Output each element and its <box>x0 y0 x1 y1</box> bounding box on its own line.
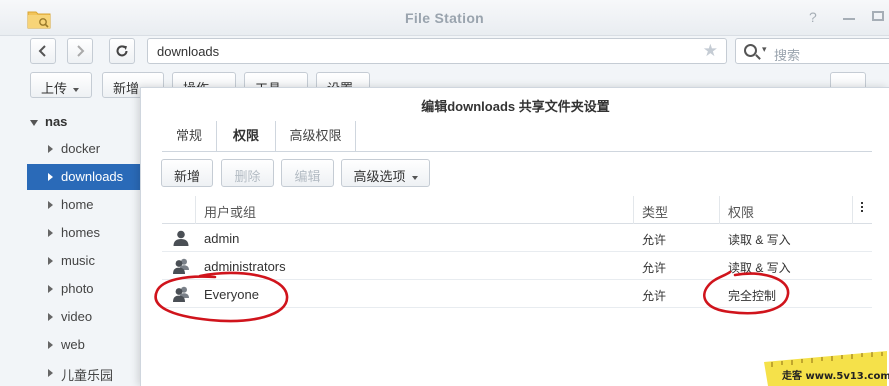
advanced-options-button[interactable]: 高级选项 <box>341 159 430 187</box>
triangle-right-icon <box>48 341 53 349</box>
tree-item-docker[interactable]: docker <box>27 136 140 162</box>
tab-permissions[interactable]: 权限 <box>216 121 276 151</box>
column-header-type[interactable]: 类型 <box>642 202 668 221</box>
create-label: 新增 <box>113 81 140 96</box>
edit-button[interactable]: 编辑 <box>281 159 334 187</box>
share-settings-dialog: 编辑downloads 共享文件夹设置 常规 权限 高级权限 新增 删除 编辑 … <box>140 87 889 386</box>
delete-button[interactable]: 删除 <box>221 159 274 187</box>
triangle-right-icon <box>48 285 53 293</box>
search-icon[interactable] <box>744 44 757 57</box>
advanced-options-label: 高级选项 <box>353 169 406 184</box>
row-type: 允许 <box>642 261 667 275</box>
tree-item-kids[interactable]: 儿童乐园 <box>27 360 140 386</box>
user-icon <box>173 230 189 246</box>
search-input[interactable]: ▾ 搜索 <box>735 38 889 64</box>
column-header-permission[interactable]: 权限 <box>728 202 754 221</box>
refresh-icon <box>116 45 128 57</box>
row-permission: 读取 & 写入 <box>728 261 791 275</box>
column-header-user[interactable]: 用户或组 <box>204 202 256 221</box>
table-row[interactable]: admin 允许 读取 & 写入 <box>162 224 872 252</box>
chevron-right-icon <box>77 45 85 57</box>
triangle-right-icon <box>48 201 53 209</box>
path-text: downloads <box>157 44 220 59</box>
dialog-title: 编辑downloads 共享文件夹设置 <box>421 99 610 114</box>
row-type: 允许 <box>642 289 667 303</box>
row-permission: 读取 & 写入 <box>728 233 791 247</box>
navigation-bar: downloads ★ ▾ 搜索 <box>0 36 889 68</box>
tree-item-label: video <box>61 309 93 324</box>
tab-general[interactable]: 常规 <box>162 121 216 151</box>
tree-root[interactable]: nas <box>30 114 67 129</box>
window-title: File Station <box>404 10 485 26</box>
row-user-name: administrators <box>204 259 286 274</box>
back-button[interactable] <box>30 38 56 64</box>
triangle-right-icon <box>48 313 53 321</box>
table-row[interactable]: administrators 允许 读取 & 写入 <box>162 252 872 280</box>
row-user-name: admin <box>204 231 240 246</box>
tree-item-label: photo <box>61 281 94 296</box>
watermark-logo: 走客 www.5v13.com <box>764 351 889 386</box>
table-row[interactable]: Everyone 允许 完全控制 <box>162 280 872 308</box>
tree-item-label: web <box>61 337 85 352</box>
folder-tree: nas docker downloads home homes music ph… <box>0 102 140 386</box>
search-placeholder: 搜索 <box>774 48 801 63</box>
tree-item-label: homes <box>61 225 101 240</box>
tree-item-downloads[interactable]: downloads <box>27 164 140 190</box>
upload-label: 上传 <box>41 81 68 96</box>
upload-button[interactable]: 上传 <box>30 72 92 98</box>
row-permission: 完全控制 <box>728 289 777 303</box>
triangle-right-icon <box>48 369 53 377</box>
tab-divider <box>162 151 872 152</box>
permissions-table: 用户或组 类型 权限 admin 允许 读取 & 写入 administrato… <box>162 196 872 308</box>
tree-item-music[interactable]: music <box>27 248 140 274</box>
forward-button[interactable] <box>67 38 93 64</box>
help-icon[interactable]: ? <box>809 9 817 25</box>
triangle-right-icon <box>48 229 53 237</box>
tree-item-label: home <box>61 197 94 212</box>
row-user-name: Everyone <box>204 287 259 302</box>
tree-root-label: nas <box>45 114 68 129</box>
column-divider <box>633 196 634 224</box>
triangle-right-icon <box>48 257 53 265</box>
window-titlebar: File Station ? <box>0 0 889 36</box>
refresh-button[interactable] <box>109 38 135 64</box>
tree-item-home[interactable]: home <box>27 192 140 218</box>
tree-item-label: docker <box>61 141 101 156</box>
triangle-down-icon <box>30 119 38 126</box>
chevron-down-icon <box>73 87 80 92</box>
tree-item-label: 儿童乐园 <box>61 368 114 383</box>
column-divider <box>852 196 853 224</box>
triangle-right-icon <box>48 145 53 153</box>
path-input[interactable]: downloads ★ <box>147 38 727 64</box>
minimize-icon[interactable] <box>843 18 855 20</box>
tree-item-label: downloads <box>61 169 124 184</box>
tree-item-label: music <box>61 253 95 268</box>
group-icon <box>173 258 189 274</box>
chevron-down-icon[interactable]: ▾ <box>762 44 767 55</box>
tab-advanced-permissions[interactable]: 高级权限 <box>276 121 356 151</box>
row-type: 允许 <box>642 233 667 247</box>
tree-item-video[interactable]: video <box>27 304 140 330</box>
watermark-text: 走客 www.5v13.com <box>781 369 889 382</box>
tree-item-photo[interactable]: photo <box>27 276 140 302</box>
tree-item-web[interactable]: web <box>27 332 140 358</box>
column-divider <box>195 196 196 224</box>
column-divider <box>719 196 720 224</box>
chevron-down-icon <box>411 175 418 180</box>
table-header: 用户或组 类型 权限 <box>162 196 872 224</box>
maximize-icon[interactable] <box>872 11 884 21</box>
add-button[interactable]: 新增 <box>161 159 213 187</box>
triangle-right-icon <box>48 173 53 181</box>
star-icon[interactable]: ★ <box>703 41 718 61</box>
group-icon <box>173 286 189 302</box>
tree-item-homes[interactable]: homes <box>27 220 140 246</box>
column-menu-icon[interactable] <box>861 202 864 214</box>
chevron-left-icon <box>38 45 46 57</box>
